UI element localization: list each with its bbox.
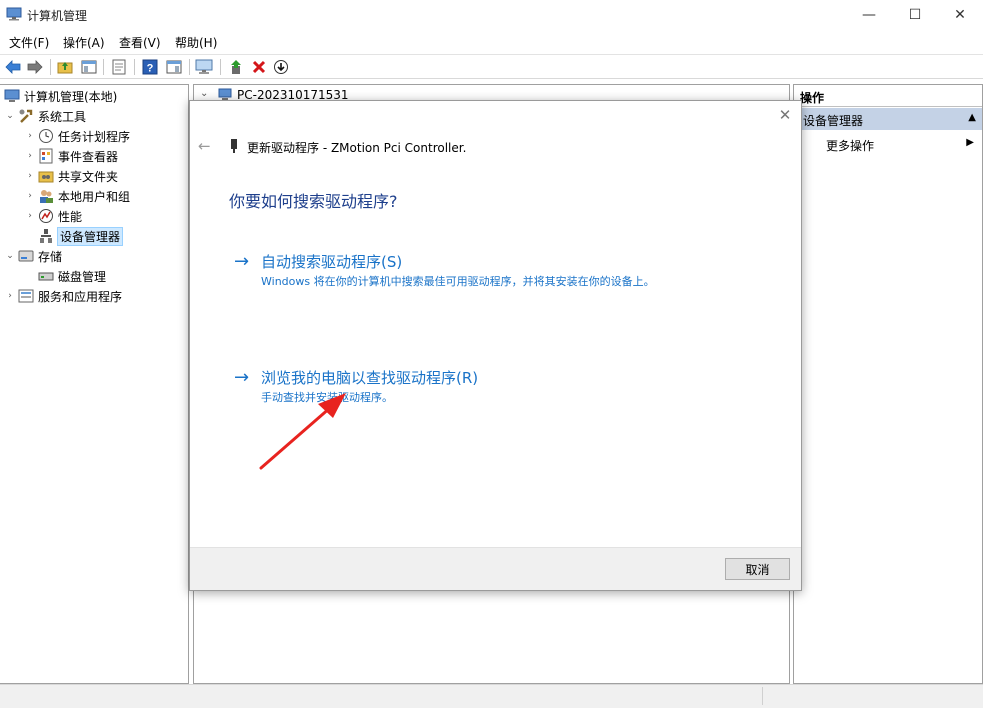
event-viewer-icon xyxy=(38,148,54,164)
menu-help[interactable]: 帮助(H) xyxy=(175,34,217,51)
auto-search-description: Windows 将在你的计算机中搜索最佳可用驱动程序，并将其安装在你的设备上。 xyxy=(261,275,655,288)
device-icon xyxy=(231,139,237,153)
browse-computer-description: 手动查找并安装驱动程序。 xyxy=(261,391,393,404)
tree-item-label: 本地用户和组 xyxy=(58,189,131,204)
up-folder-icon[interactable] xyxy=(56,58,74,76)
tree-item-system-tools[interactable]: ⌄ 系统工具 xyxy=(4,106,86,126)
show-action-pane-icon[interactable] xyxy=(165,58,183,76)
cancel-button[interactable]: 取消 xyxy=(725,558,790,580)
actions-section-label: 设备管理器 xyxy=(803,114,864,128)
close-icon: ✕ xyxy=(954,7,966,23)
chevron-right-icon[interactable]: › xyxy=(24,191,36,201)
dialog-footer: 取消 xyxy=(190,547,801,590)
navigation-tree: 计算机管理(本地) ⌄ 系统工具 › 任务计划程序 › 事件查看器 › 共享文件… xyxy=(0,84,189,684)
actions-pane: 操作 设备管理器 ▲ 更多操作 ▶ xyxy=(793,84,983,684)
more-actions-link[interactable]: 更多操作 xyxy=(826,137,874,154)
chevron-down-icon[interactable]: ⌄ xyxy=(200,88,208,99)
tree-item-label: 设备管理器 xyxy=(56,226,124,246)
tree-item-computer-management[interactable]: 计算机管理(本地) xyxy=(2,86,117,106)
chevron-right-icon[interactable]: › xyxy=(24,211,36,221)
tree-item-local-users[interactable]: › 本地用户和组 xyxy=(24,186,130,206)
status-bar xyxy=(0,684,983,708)
maximize-icon: ☐ xyxy=(908,7,922,23)
update-driver-dialog: ✕ ← 更新驱动程序 - ZMotion Pci Controller. 你要如… xyxy=(189,100,802,591)
arrow-right-icon: → xyxy=(234,251,250,272)
tree-item-label: 计算机管理(本地) xyxy=(24,89,118,104)
close-button[interactable]: ✕ xyxy=(937,0,983,30)
dialog-close-icon[interactable]: ✕ xyxy=(777,107,793,123)
device-manager-icon xyxy=(38,228,54,244)
uninstall-icon[interactable] xyxy=(250,58,268,76)
tree-item-device-manager[interactable]: 设备管理器 xyxy=(36,226,124,246)
update-driver-icon[interactable] xyxy=(228,58,246,76)
help-icon[interactable]: ? xyxy=(141,58,159,76)
title-bar: 计算机管理 — ☐ ✕ xyxy=(0,0,983,30)
shared-folder-icon xyxy=(38,168,54,184)
computer-management-icon xyxy=(6,7,22,21)
toolbar: ? xyxy=(0,54,983,79)
tree-item-label: 任务计划程序 xyxy=(58,129,131,144)
actions-title: 操作 xyxy=(794,85,982,107)
monitor-icon[interactable] xyxy=(195,58,213,76)
minimize-button[interactable]: — xyxy=(846,0,892,30)
actions-section-header[interactable]: 设备管理器 ▲ xyxy=(795,108,982,130)
dialog-question: 你要如何搜索驱动程序? xyxy=(229,192,398,211)
chevron-right-icon[interactable]: › xyxy=(4,291,16,301)
chevron-right-icon[interactable]: › xyxy=(24,151,36,161)
tree-item-storage[interactable]: ⌄ 存储 xyxy=(4,246,62,266)
forward-arrow-icon[interactable] xyxy=(26,58,44,76)
tree-item-label: 事件查看器 xyxy=(58,149,119,164)
clock-icon xyxy=(38,128,54,144)
performance-icon xyxy=(38,208,54,224)
storage-icon xyxy=(18,248,34,264)
status-divider xyxy=(762,687,763,705)
chevron-down-icon[interactable]: ⌄ xyxy=(4,251,16,261)
auto-search-label[interactable]: 自动搜索驱动程序(S) xyxy=(261,251,402,272)
chevron-right-icon[interactable]: › xyxy=(24,131,36,141)
menu-view[interactable]: 查看(V) xyxy=(119,34,161,51)
dialog-title: 更新驱动程序 - ZMotion Pci Controller. xyxy=(247,141,467,155)
minimize-icon: — xyxy=(862,7,876,23)
computer-management-icon xyxy=(4,88,20,104)
tree-item-task-scheduler[interactable]: › 任务计划程序 xyxy=(24,126,130,146)
svg-text:?: ? xyxy=(147,63,154,75)
arrow-right-icon: → xyxy=(234,367,250,388)
download-icon[interactable] xyxy=(272,58,290,76)
menu-file[interactable]: 文件(F) xyxy=(9,34,49,51)
tree-item-label: 服务和应用程序 xyxy=(38,289,123,304)
tools-icon xyxy=(18,108,34,124)
collapse-up-icon[interactable]: ▲ xyxy=(968,112,976,123)
chevron-down-icon[interactable]: ⌄ xyxy=(4,111,16,121)
tree-item-label: 系统工具 xyxy=(38,109,87,124)
show-hide-tree-icon[interactable] xyxy=(80,58,98,76)
dialog-back-icon[interactable]: ← xyxy=(198,137,211,155)
menu-bar: 文件(F) 操作(A) 查看(V) 帮助(H) xyxy=(0,31,983,53)
tree-item-services-apps[interactable]: › 服务和应用程序 xyxy=(4,286,122,306)
tree-item-disk-management[interactable]: 磁盘管理 xyxy=(36,266,106,286)
menu-action[interactable]: 操作(A) xyxy=(63,34,105,51)
disk-icon xyxy=(38,268,54,284)
browse-computer-label[interactable]: 浏览我的电脑以查找驱动程序(R) xyxy=(261,367,478,388)
services-icon xyxy=(18,288,34,304)
submenu-arrow-icon: ▶ xyxy=(966,137,974,148)
tree-item-event-viewer[interactable]: › 事件查看器 xyxy=(24,146,118,166)
chevron-right-icon[interactable]: › xyxy=(24,171,36,181)
maximize-button[interactable]: ☐ xyxy=(892,0,938,30)
tree-item-performance[interactable]: › 性能 xyxy=(24,206,82,226)
tree-item-label: 存储 xyxy=(38,249,63,264)
tree-item-shared-folders[interactable]: › 共享文件夹 xyxy=(24,166,118,186)
tree-item-label: 共享文件夹 xyxy=(58,169,119,184)
window-title: 计算机管理 xyxy=(27,9,88,23)
properties-icon[interactable] xyxy=(110,58,128,76)
tree-item-label: 磁盘管理 xyxy=(58,269,107,284)
users-icon xyxy=(38,188,54,204)
back-arrow-icon[interactable] xyxy=(4,58,22,76)
tree-item-label: 性能 xyxy=(58,209,83,224)
